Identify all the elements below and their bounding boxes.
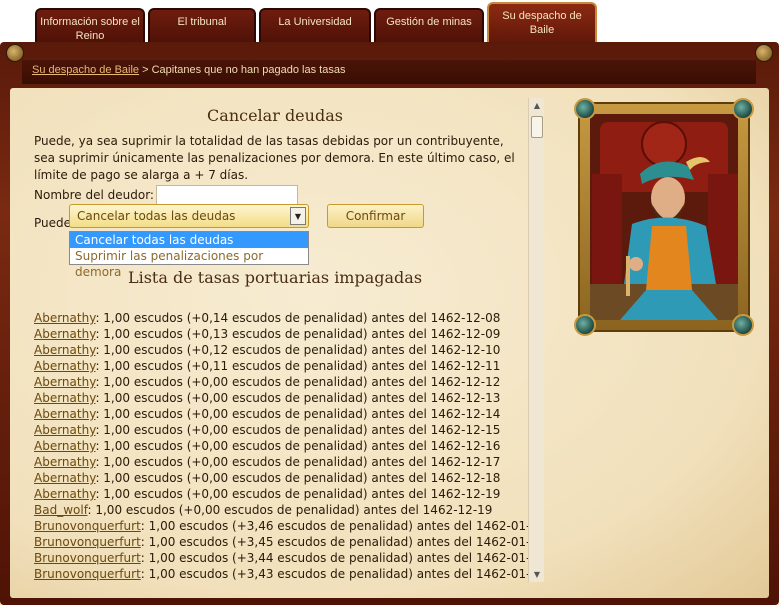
debt-details: : 1,00 escudos (+3,43 escudos de penalid… — [140, 567, 528, 581]
chevron-down-icon[interactable]: ▼ — [290, 207, 306, 225]
action-label: Puede — [34, 216, 72, 230]
main-content: Cancelar deudas Puede, ya sea suprimir l… — [22, 98, 528, 582]
debtor-link[interactable]: Abernathy — [34, 391, 95, 405]
action-dropdown-list: Cancelar todas las deudas Suprimir las p… — [69, 231, 309, 279]
debt-row: Brunovonquerfurt: 1,00 escudos (+3,45 es… — [34, 534, 528, 550]
bailiff-portrait — [590, 114, 738, 320]
bailiff-portrait-frame — [574, 98, 754, 336]
debt-row: Abernathy: 1,00 escudos (+0,14 escudos d… — [34, 310, 528, 326]
unpaid-debts-list: Abernathy: 1,00 escudos (+0,14 escudos d… — [34, 310, 528, 582]
debtor-link[interactable]: Abernathy — [34, 439, 95, 453]
debt-details: : 1,00 escudos (+0,00 escudos de penalid… — [95, 375, 501, 389]
debtor-link[interactable]: Abernathy — [34, 423, 95, 437]
debtor-name-input[interactable] — [155, 185, 298, 205]
debt-details: : 1,00 escudos (+0,00 escudos de penalid… — [95, 439, 501, 453]
debtor-row: Nombre del deudor: — [34, 184, 528, 206]
tab-bar: Información sobre el Reino El tribunal L… — [0, 0, 779, 48]
debtor-link[interactable]: Brunovonquerfurt — [34, 519, 141, 533]
debtor-link[interactable]: Brunovonquerfurt — [34, 551, 141, 565]
debtor-link[interactable]: Abernathy — [34, 455, 95, 469]
dropdown-option-remove-penalties[interactable]: Suprimir las penalizaciones por demora — [70, 248, 308, 279]
debtor-link[interactable]: Abernathy — [34, 311, 95, 325]
debt-row: Abernathy: 1,00 escudos (+0,00 escudos d… — [34, 470, 528, 486]
debt-details: : 1,00 escudos (+3,46 escudos de penalid… — [140, 519, 528, 533]
debt-details: : 1,00 escudos (+0,00 escudos de penalid… — [95, 423, 501, 437]
debt-details: : 1,00 escudos (+0,00 escudos de penalid… — [95, 455, 501, 469]
debtor-link[interactable]: Abernathy — [34, 359, 95, 373]
debt-row: Abernathy: 1,00 escudos (+0,12 escudos d… — [34, 342, 528, 358]
unpaid-list-title: Lista de tasas portuarias impagadas — [127, 268, 423, 287]
debtor-link[interactable]: Abernathy — [34, 375, 95, 389]
breadcrumb-separator: > — [139, 64, 152, 76]
debtor-link[interactable]: Abernathy — [34, 343, 95, 357]
cancel-debts-title: Cancelar deudas — [207, 106, 343, 125]
breadcrumb-current: Capitanes que no han pagado las tasas — [151, 64, 346, 76]
debt-row: Abernathy: 1,00 escudos (+0,00 escudos d… — [34, 454, 528, 470]
debt-row: Brunovonquerfurt: 1,00 escudos (+3,46 es… — [34, 518, 528, 534]
debt-details: : 1,00 escudos (+0,00 escudos de penalid… — [95, 391, 501, 405]
debtor-link[interactable]: Abernathy — [34, 487, 95, 501]
debtor-label: Nombre del deudor: — [34, 188, 154, 202]
confirm-button[interactable]: Confirmar — [327, 204, 424, 228]
debt-row: Brunovonquerfurt: 1,00 escudos (+3,43 es… — [34, 566, 528, 582]
dropdown-option-cancel-all[interactable]: Cancelar todas las deudas — [70, 232, 308, 248]
scroll-down-icon[interactable]: ▼ — [529, 567, 545, 582]
debt-details: : 1,00 escudos (+0,00 escudos de penalid… — [95, 487, 501, 501]
bailiff-illustration — [590, 114, 738, 320]
frame-corner-ornament-icon — [574, 314, 596, 336]
debt-row: Abernathy: 1,00 escudos (+0,00 escudos d… — [34, 390, 528, 406]
debt-details: : 1,00 escudos (+0,00 escudos de penalid… — [95, 407, 501, 421]
debt-row: Bad_wolf: 1,00 escudos (+0,00 escudos de… — [34, 502, 528, 518]
debt-row: Abernathy: 1,00 escudos (+0,13 escudos d… — [34, 326, 528, 342]
debt-row: Abernathy: 1,00 escudos (+0,00 escudos d… — [34, 422, 528, 438]
debtor-link[interactable]: Abernathy — [34, 327, 95, 341]
debt-details: : 1,00 escudos (+0,14 escudos de penalid… — [95, 311, 501, 325]
debtor-link[interactable]: Brunovonquerfurt — [34, 535, 141, 549]
debt-details: : 1,00 escudos (+3,44 escudos de penalid… — [140, 551, 528, 565]
debt-details: : 1,00 escudos (+0,13 escudos de penalid… — [95, 327, 501, 341]
debt-row: Abernathy: 1,00 escudos (+0,00 escudos d… — [34, 486, 528, 502]
content-scrollbar[interactable]: ▲ ▼ — [528, 98, 544, 582]
debtor-link[interactable]: Bad_wolf — [34, 503, 88, 517]
breadcrumb-link-despacho[interactable]: Su despacho de Baile — [32, 64, 139, 76]
action-select[interactable]: Cancelar todas las deudas ▼ — [69, 204, 309, 228]
debt-row: Abernathy: 1,00 escudos (+0,00 escudos d… — [34, 406, 528, 422]
frame-corner-ornament-icon — [574, 98, 596, 120]
debt-row: Abernathy: 1,00 escudos (+0,00 escudos d… — [34, 438, 528, 454]
debt-details: : 1,00 escudos (+0,00 escudos de penalid… — [87, 503, 493, 517]
frame-corner-ornament-icon — [732, 98, 754, 120]
debt-row: Brunovonquerfurt: 1,00 escudos (+3,44 es… — [34, 550, 528, 566]
scroll-up-icon[interactable]: ▲ — [529, 98, 545, 113]
frame-bolt-icon — [755, 44, 773, 62]
action-select-value: Cancelar todas las deudas — [77, 209, 236, 223]
cancel-debts-description: Puede, ya sea suprimir la totalidad de l… — [34, 134, 515, 182]
debt-details: : 1,00 escudos (+0,11 escudos de penalid… — [95, 359, 501, 373]
debt-details: : 1,00 escudos (+0,12 escudos de penalid… — [95, 343, 501, 357]
debt-row: Abernathy: 1,00 escudos (+0,11 escudos d… — [34, 358, 528, 374]
debt-details: : 1,00 escudos (+0,00 escudos de penalid… — [95, 471, 501, 485]
breadcrumb: Su despacho de Baile > Capitanes que no … — [22, 60, 756, 84]
debtor-link[interactable]: Brunovonquerfurt — [34, 567, 141, 581]
debt-row: Abernathy: 1,00 escudos (+0,00 escudos d… — [34, 374, 528, 390]
scrollbar-thumb[interactable] — [531, 116, 543, 138]
debt-details: : 1,00 escudos (+3,45 escudos de penalid… — [140, 535, 528, 549]
debtor-link[interactable]: Abernathy — [34, 471, 95, 485]
debtor-link[interactable]: Abernathy — [34, 407, 95, 421]
frame-corner-ornament-icon — [732, 314, 754, 336]
